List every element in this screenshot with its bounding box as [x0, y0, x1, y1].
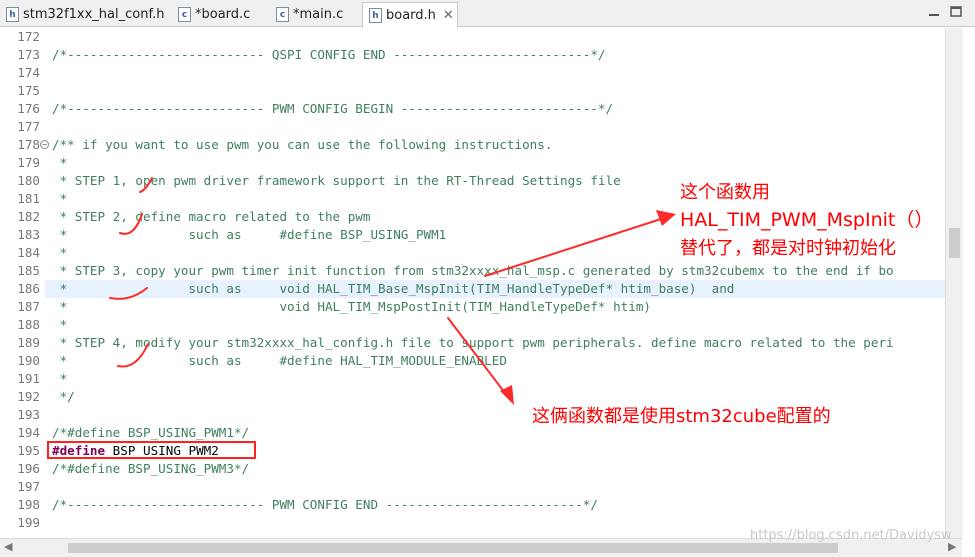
annotation-note1-line2: HAL_TIM_PWM_MspInit（）: [680, 209, 934, 231]
arrow-to-note2: [447, 317, 506, 394]
annotation-note1-line3: 替代了，都是对时钟初始化: [680, 238, 896, 259]
checkmark-step4: [117, 343, 149, 368]
checkmark-step2: [119, 213, 143, 235]
watermark: https://blog.csdn.net/Davidysw: [750, 528, 952, 543]
checkmark-step1: [139, 177, 153, 193]
annotation-note1-line1: 这个函数用: [680, 182, 770, 203]
annotation-note2: 这俩函数都是使用stm32cube配置的: [532, 406, 831, 427]
arrow-to-note1: [484, 217, 665, 277]
checkmark-step3: [109, 287, 148, 300]
arrowhead-note1: [656, 210, 676, 226]
annotation-arrows: [109, 177, 676, 405]
